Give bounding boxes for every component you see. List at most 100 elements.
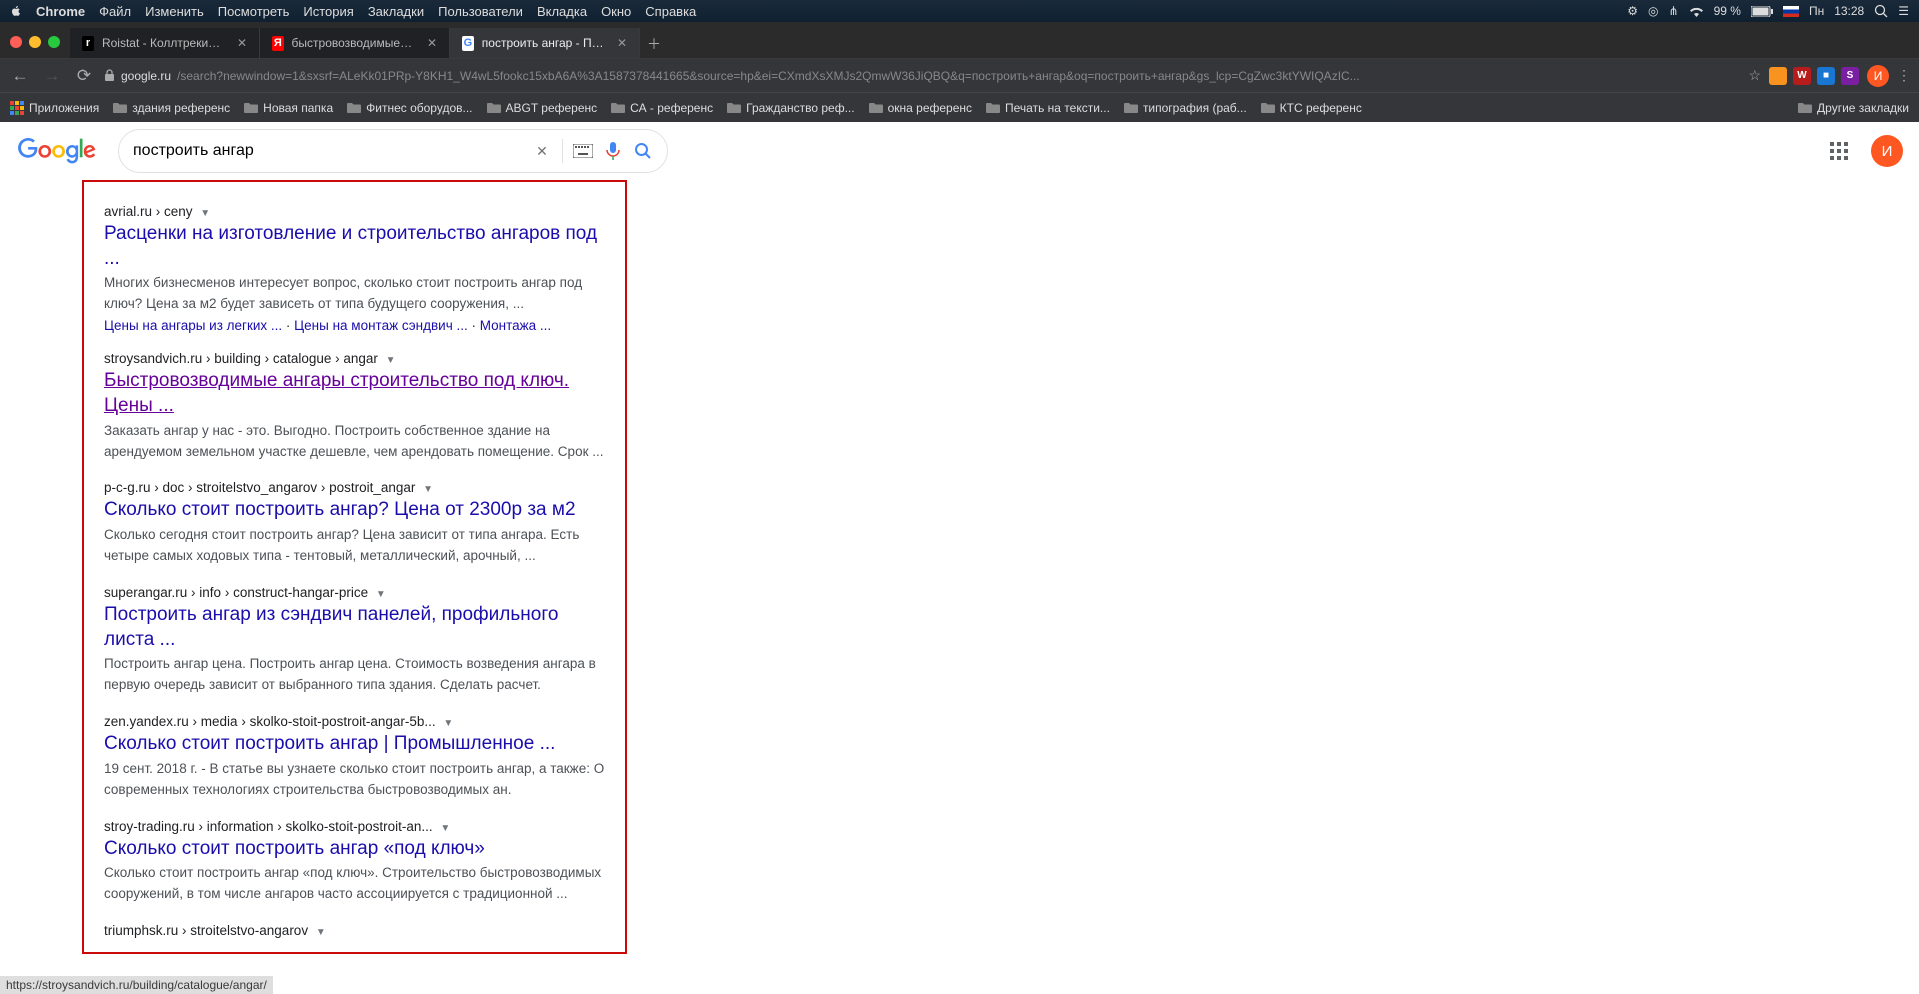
tab-close-icon[interactable]: ✕ <box>617 36 627 50</box>
bookmark-folder[interactable]: Печать на тексти... <box>986 101 1110 115</box>
menubar-item[interactable]: Окно <box>601 4 631 19</box>
browser-tab[interactable]: rRoistat - Коллтрекинг - Исто✕ <box>70 28 260 58</box>
result-link[interactable]: Сколько стоит построить ангар «под ключ» <box>104 838 485 859</box>
google-logo[interactable] <box>18 137 96 165</box>
result-sublink[interactable]: Цены на монтаж сэндвич ... <box>294 318 468 333</box>
window-close-button[interactable] <box>10 36 22 48</box>
result-snippet: 19 сент. 2018 г. - В статье вы узнаете с… <box>104 759 605 801</box>
result-url[interactable]: stroysandvich.ru › building › catalogue … <box>104 351 605 366</box>
browser-tab[interactable]: Ябыстровозводимые здания –✕ <box>260 28 450 58</box>
browser-tab[interactable]: Gпостроить ангар - Поиск в G✕ <box>450 28 640 58</box>
chevron-down-icon[interactable]: ▼ <box>316 927 326 938</box>
bookmark-folder[interactable]: окна референс <box>869 101 972 115</box>
folder-icon <box>727 102 741 113</box>
result-url[interactable]: superangar.ru › info › construct-hangar-… <box>104 585 605 600</box>
folder-icon <box>487 102 501 113</box>
result-title: Сколько стоит построить ангар? Цена от 2… <box>104 498 605 523</box>
search-result: stroy-trading.ru › information › skolko-… <box>104 819 605 906</box>
wifi-icon[interactable] <box>1689 6 1704 17</box>
result-url[interactable]: stroy-trading.ru › information › skolko-… <box>104 819 605 834</box>
menubar-item[interactable]: Посмотреть <box>218 4 290 19</box>
menubar-item[interactable]: Пользователи <box>438 4 523 19</box>
window-minimize-button[interactable] <box>29 36 41 48</box>
search-icon[interactable] <box>633 141 653 161</box>
result-title: Быстровозводимые ангары строительство по… <box>104 369 605 418</box>
profile-pill[interactable]: И <box>1867 65 1889 87</box>
status-bar: https://stroysandvich.ru/building/catalo… <box>0 976 273 994</box>
bookmark-folder[interactable]: Новая папка <box>244 101 333 115</box>
status-icon[interactable]: ◎ <box>1648 4 1658 18</box>
bookmark-folder[interactable]: СА - референс <box>611 101 713 115</box>
extension-icon[interactable]: W <box>1793 67 1811 85</box>
menubar-item[interactable]: История <box>303 4 353 19</box>
url-field[interactable]: google.ru/search?newwindow=1&sxsrf=ALeKk… <box>104 69 1740 83</box>
chevron-down-icon[interactable]: ▼ <box>423 484 433 495</box>
bluetooth-icon[interactable]: ⋔ <box>1669 4 1679 18</box>
result-link[interactable]: Построить ангар из сэндвич панелей, проф… <box>104 604 558 650</box>
result-url[interactable]: avrial.ru › ceny ▼ <box>104 204 605 219</box>
keyboard-icon[interactable] <box>573 141 593 161</box>
menubar-item[interactable]: Изменить <box>145 4 204 19</box>
window-maximize-button[interactable] <box>48 36 60 48</box>
account-avatar[interactable]: И <box>1871 135 1903 167</box>
tab-close-icon[interactable]: ✕ <box>237 36 247 50</box>
chevron-down-icon[interactable]: ▼ <box>386 355 396 366</box>
result-title: Расценки на изготовление и строительство… <box>104 222 605 271</box>
lock-icon <box>104 69 115 82</box>
tab-favicon: Я <box>272 36 284 51</box>
tab-close-icon[interactable]: ✕ <box>427 36 437 50</box>
bookmark-folder[interactable]: КТС референс <box>1261 101 1362 115</box>
bookmark-label: Новая папка <box>263 101 333 115</box>
clear-icon[interactable]: ✕ <box>532 141 552 161</box>
input-flag-icon[interactable] <box>1783 6 1799 17</box>
star-icon[interactable]: ☆ <box>1748 67 1761 84</box>
status-icon[interactable]: ⚙ <box>1627 4 1638 18</box>
forward-button[interactable]: → <box>40 66 64 86</box>
extension-icon[interactable] <box>1769 67 1787 85</box>
new-tab-button[interactable]: ＋ <box>640 30 668 58</box>
chevron-down-icon[interactable]: ▼ <box>440 823 450 834</box>
clock-day: Пн <box>1809 4 1824 18</box>
reload-button[interactable]: ⟳ <box>72 66 96 86</box>
menu-icon[interactable]: ⋮ <box>1897 67 1911 84</box>
extension-icon[interactable]: ■ <box>1817 67 1835 85</box>
chevron-down-icon[interactable]: ▼ <box>200 208 210 219</box>
search-input[interactable] <box>133 142 522 160</box>
control-center-icon[interactable]: ☰ <box>1898 4 1909 18</box>
apple-icon[interactable] <box>10 5 22 17</box>
menubar-app[interactable]: Chrome <box>36 4 85 19</box>
result-link[interactable]: Быстровозводимые ангары строительство по… <box>104 370 569 416</box>
extension-icon[interactable]: S <box>1841 67 1859 85</box>
result-snippet: Сколько стоит построить ангар «под ключ»… <box>104 863 605 905</box>
result-url[interactable]: triumphsk.ru › stroitelstvo-angarov ▼ <box>104 923 605 938</box>
menubar-item[interactable]: Файл <box>99 4 131 19</box>
back-button[interactable]: ← <box>8 66 32 86</box>
chevron-down-icon[interactable]: ▼ <box>376 589 386 600</box>
url-host: google.ru <box>121 69 171 83</box>
bookmark-folder[interactable]: здания референс <box>113 101 230 115</box>
bookmark-folder[interactable]: ABGT референс <box>487 101 598 115</box>
google-apps-icon[interactable] <box>1827 139 1851 163</box>
apps-shortcut[interactable]: Приложения <box>10 101 99 115</box>
bookmark-folder[interactable]: Гражданство реф... <box>727 101 854 115</box>
macos-menubar: Chrome Файл Изменить Посмотреть История … <box>0 0 1919 22</box>
menubar-item[interactable]: Вкладка <box>537 4 587 19</box>
menubar-item[interactable]: Справка <box>645 4 696 19</box>
result-link[interactable]: Расценки на изготовление и строительство… <box>104 223 597 269</box>
bookmark-folder[interactable]: типография (раб... <box>1124 101 1247 115</box>
battery-icon[interactable] <box>1751 6 1773 17</box>
result-sublink[interactable]: Цены на ангары из легких ... <box>104 318 282 333</box>
result-link[interactable]: Сколько стоит построить ангар | Промышле… <box>104 733 555 754</box>
bookmark-folder[interactable]: Фитнес оборудов... <box>347 101 472 115</box>
spotlight-icon[interactable] <box>1874 4 1888 18</box>
chevron-down-icon[interactable]: ▼ <box>443 718 453 729</box>
mic-icon[interactable] <box>603 141 623 161</box>
result-url[interactable]: p-c-g.ru › doc › stroitelstvo_angarov › … <box>104 480 605 495</box>
result-link[interactable]: Сколько стоит построить ангар? Цена от 2… <box>104 499 576 520</box>
menubar-item[interactable]: Закладки <box>368 4 424 19</box>
search-box[interactable]: ✕ <box>118 129 668 173</box>
other-bookmarks[interactable]: Другие закладки <box>1798 101 1909 115</box>
battery-percent: 99 % <box>1714 4 1741 18</box>
result-url[interactable]: zen.yandex.ru › media › skolko-stoit-pos… <box>104 714 605 729</box>
result-sublink[interactable]: Монтажа ... <box>480 318 551 333</box>
